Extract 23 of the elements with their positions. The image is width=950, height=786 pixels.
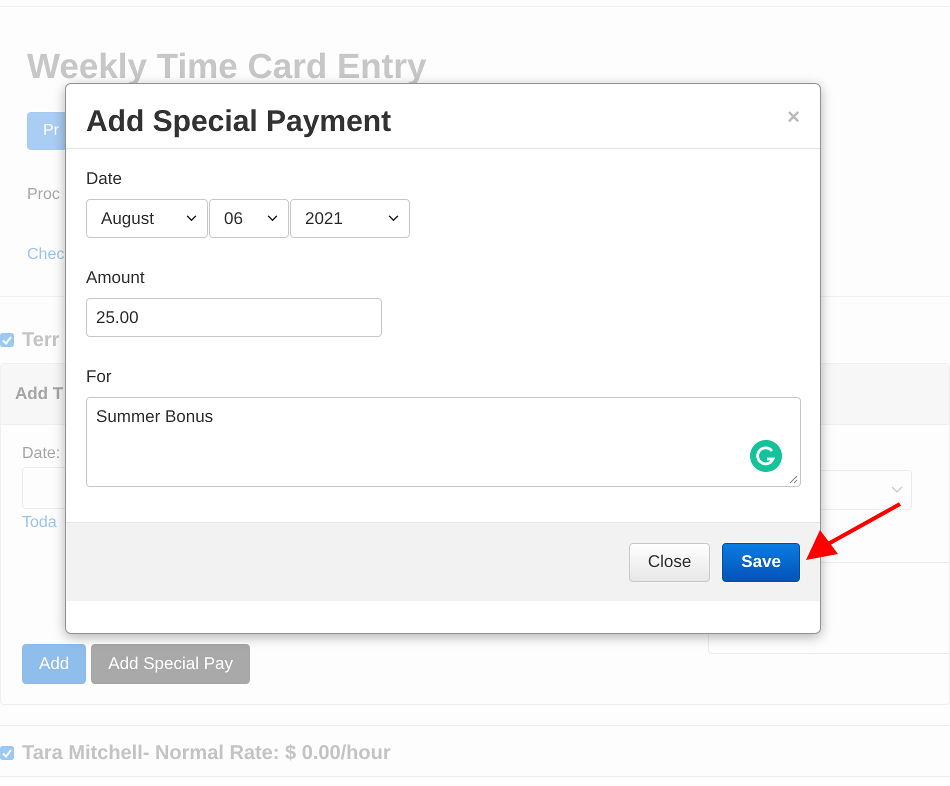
resize-grip-icon[interactable] (788, 474, 798, 484)
dialog-button[interactable]: Save (722, 542, 800, 582)
employee-heading: Terr (22, 328, 60, 352)
date-select[interactable]: 2021 (290, 199, 410, 238)
chevron-icon (267, 215, 278, 222)
grammar-icon[interactable] (750, 440, 782, 472)
modal-title: Add Special Payment (86, 105, 392, 139)
amount-input[interactable]: 25.00 (86, 298, 382, 337)
employee-heading: Tara Mitchell- Normal Rate: $ 0.00/hour (22, 742, 391, 764)
field-label: Date (86, 169, 123, 189)
dialog-button[interactable]: Close (628, 542, 710, 582)
checkbox[interactable] (0, 333, 14, 347)
date-select[interactable]: August (86, 199, 208, 238)
chevron-icon (891, 486, 903, 494)
date-select[interactable]: 06 (209, 199, 289, 238)
field-label: Amount (86, 268, 146, 288)
checkbox[interactable] (0, 746, 14, 760)
chevron-icon (186, 215, 197, 222)
field-label: For (86, 367, 112, 387)
process-text: Proc (27, 186, 60, 204)
for-textarea[interactable]: Summer Bonus (86, 397, 801, 487)
chevron-icon (388, 215, 399, 222)
date-label: Date: (22, 445, 60, 463)
